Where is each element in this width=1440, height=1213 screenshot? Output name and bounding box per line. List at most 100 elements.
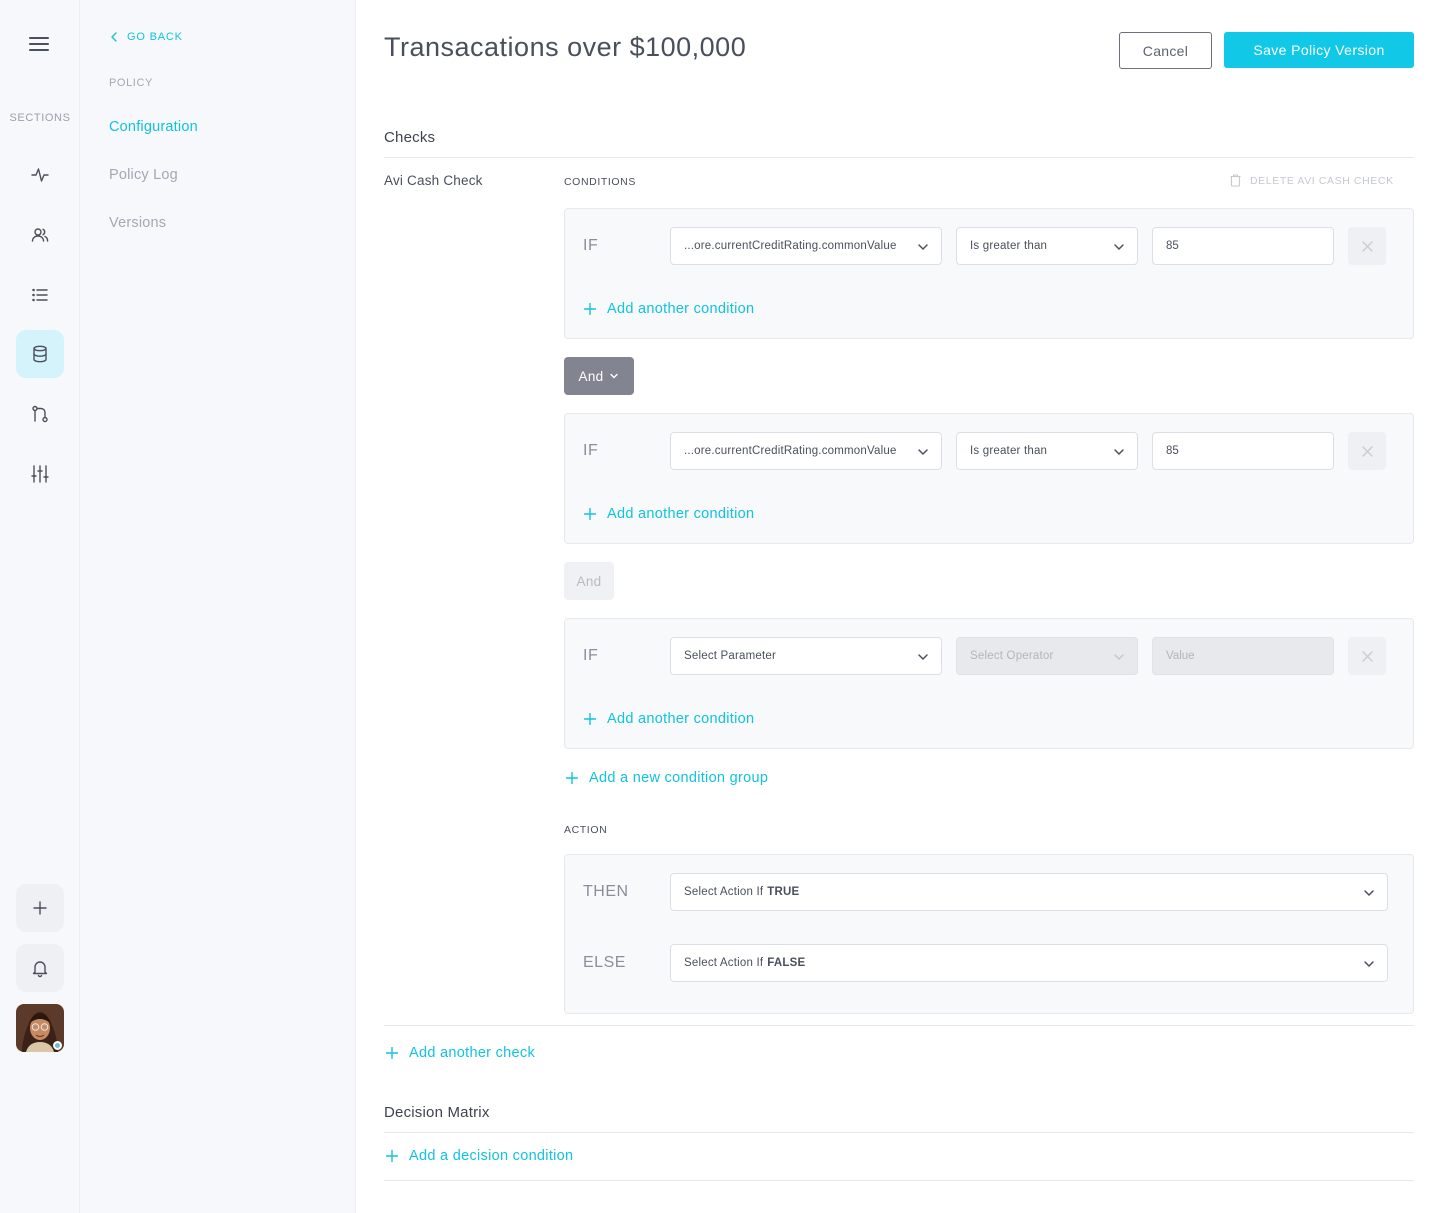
and-connector-disabled: And [564,562,614,600]
add-condition-label: Add another condition [607,711,755,727]
cancel-button[interactable]: Cancel [1119,32,1212,69]
delete-check-button[interactable]: DELETE AVI CASH CHECK [1230,174,1394,187]
main-content: Transacations over $100,000 Cancel Save … [356,0,1440,1213]
if-label: IF [583,647,599,664]
icon-rail: SECTIONS [0,0,80,1213]
activity-icon [31,168,49,182]
list-icon [32,288,48,302]
chevron-down-icon [1114,654,1124,661]
add-condition-link[interactable]: Add another condition [584,506,754,522]
checks-divider [384,157,1414,158]
parameter-select[interactable]: Select Parameter [670,637,942,675]
parameter-select[interactable]: ...ore.currentCreditRating.commonValue [670,227,942,265]
plus-icon [386,1047,398,1059]
conditions-label: CONDITIONS [564,176,636,188]
condition-group-3: IF Select Parameter Select Operator Valu… [564,618,1414,749]
online-status-dot [53,1041,62,1050]
rail-item-sliders[interactable] [16,450,64,498]
operator-select[interactable]: Is greater than [956,432,1138,470]
bell-icon [32,961,48,978]
parameter-select-value: ...ore.currentCreditRating.commonValue [684,240,897,252]
app-root: SECTIONS GO BACK POLICY Configuration Po… [0,0,1440,1213]
sliders-icon [31,465,49,483]
plus-icon [584,713,596,725]
plus-icon [584,508,596,520]
policy-group-label: POLICY [109,77,153,89]
chevron-down-icon [610,373,619,379]
chevron-down-icon [1364,961,1374,968]
then-label: THEN [583,883,629,900]
avatar[interactable] [16,1004,64,1052]
chevron-left-icon [111,32,117,42]
then-action-bold: TRUE [767,886,800,898]
chevron-down-icon [1114,449,1124,456]
rail-notifications-button[interactable] [16,944,64,992]
remove-condition-button[interactable] [1348,432,1386,470]
if-label: IF [583,442,599,459]
database-icon [33,345,47,363]
add-condition-label: Add another condition [607,506,755,522]
add-condition-label: Add another condition [607,301,755,317]
plus-icon [566,772,578,784]
else-action-select[interactable]: Select Action If FALSE [670,944,1388,982]
and-connector-dropdown[interactable]: And [564,357,634,395]
plus-icon [33,901,47,915]
add-condition-group-link[interactable]: Add a new condition group [566,770,768,786]
git-branch-icon [32,405,48,423]
plus-icon [584,303,596,315]
chevron-down-icon [1364,890,1374,897]
chevron-down-icon [918,244,928,251]
add-check-link[interactable]: Add another check [386,1045,535,1061]
checks-section-title: Checks [384,129,436,146]
page-title: Transacations over $100,000 [384,32,747,62]
chevron-down-icon [1114,244,1124,251]
decision-matrix-title: Decision Matrix [384,1104,490,1121]
subnav-item-configuration[interactable]: Configuration [109,119,198,135]
check-name: Avi Cash Check [384,173,483,188]
decision-divider [384,1132,1414,1133]
condition-group-1: IF ...ore.currentCreditRating.commonValu… [564,208,1414,339]
rail-item-database[interactable] [16,330,64,378]
rail-item-users[interactable] [16,211,64,259]
hamburger-menu-icon[interactable] [28,34,52,54]
add-condition-group-label: Add a new condition group [589,770,769,786]
operator-select: Select Operator [956,637,1138,675]
value-input[interactable]: 85 [1152,432,1334,470]
sections-label: SECTIONS [9,112,71,124]
parameter-select-value: ...ore.currentCreditRating.commonValue [684,445,897,457]
parameter-select[interactable]: ...ore.currentCreditRating.commonValue [670,432,942,470]
else-action-prefix: Select Action If [684,957,764,969]
subnav-item-versions[interactable]: Versions [109,215,166,231]
chevron-down-icon [918,449,928,456]
operator-select-value: Is greater than [970,445,1048,457]
remove-condition-button[interactable] [1348,227,1386,265]
rail-item-list[interactable] [16,271,64,319]
action-label: ACTION [564,824,608,836]
else-action-bold: FALSE [767,957,806,969]
rail-item-branches[interactable] [16,390,64,438]
go-back-link[interactable]: GO BACK [110,31,183,43]
operator-select[interactable]: Is greater than [956,227,1138,265]
check-end-divider [384,1025,1414,1026]
go-back-label: GO BACK [127,31,183,43]
save-policy-version-button[interactable]: Save Policy Version [1224,32,1414,68]
rail-item-activity[interactable] [16,151,64,199]
and-connector-label: And [578,368,604,384]
then-action-select[interactable]: Select Action If TRUE [670,873,1388,911]
subnav-item-policy-log[interactable]: Policy Log [109,167,178,183]
decision-end-divider [384,1180,1414,1181]
add-condition-link[interactable]: Add another condition [584,711,754,727]
value-input: Value [1152,637,1334,675]
operator-select-value: Select Operator [970,650,1054,662]
add-condition-link[interactable]: Add another condition [584,301,754,317]
add-check-label: Add another check [409,1045,536,1061]
value-input[interactable]: 85 [1152,227,1334,265]
rail-add-button[interactable] [16,884,64,932]
operator-select-value: Is greater than [970,240,1048,252]
parameter-select-value: Select Parameter [684,650,777,662]
add-decision-condition-label: Add a decision condition [409,1148,574,1164]
add-decision-condition-link[interactable]: Add a decision condition [386,1148,573,1164]
delete-check-label: DELETE AVI CASH CHECK [1250,174,1394,187]
and-connector-label: And [576,573,602,589]
remove-condition-button[interactable] [1348,637,1386,675]
